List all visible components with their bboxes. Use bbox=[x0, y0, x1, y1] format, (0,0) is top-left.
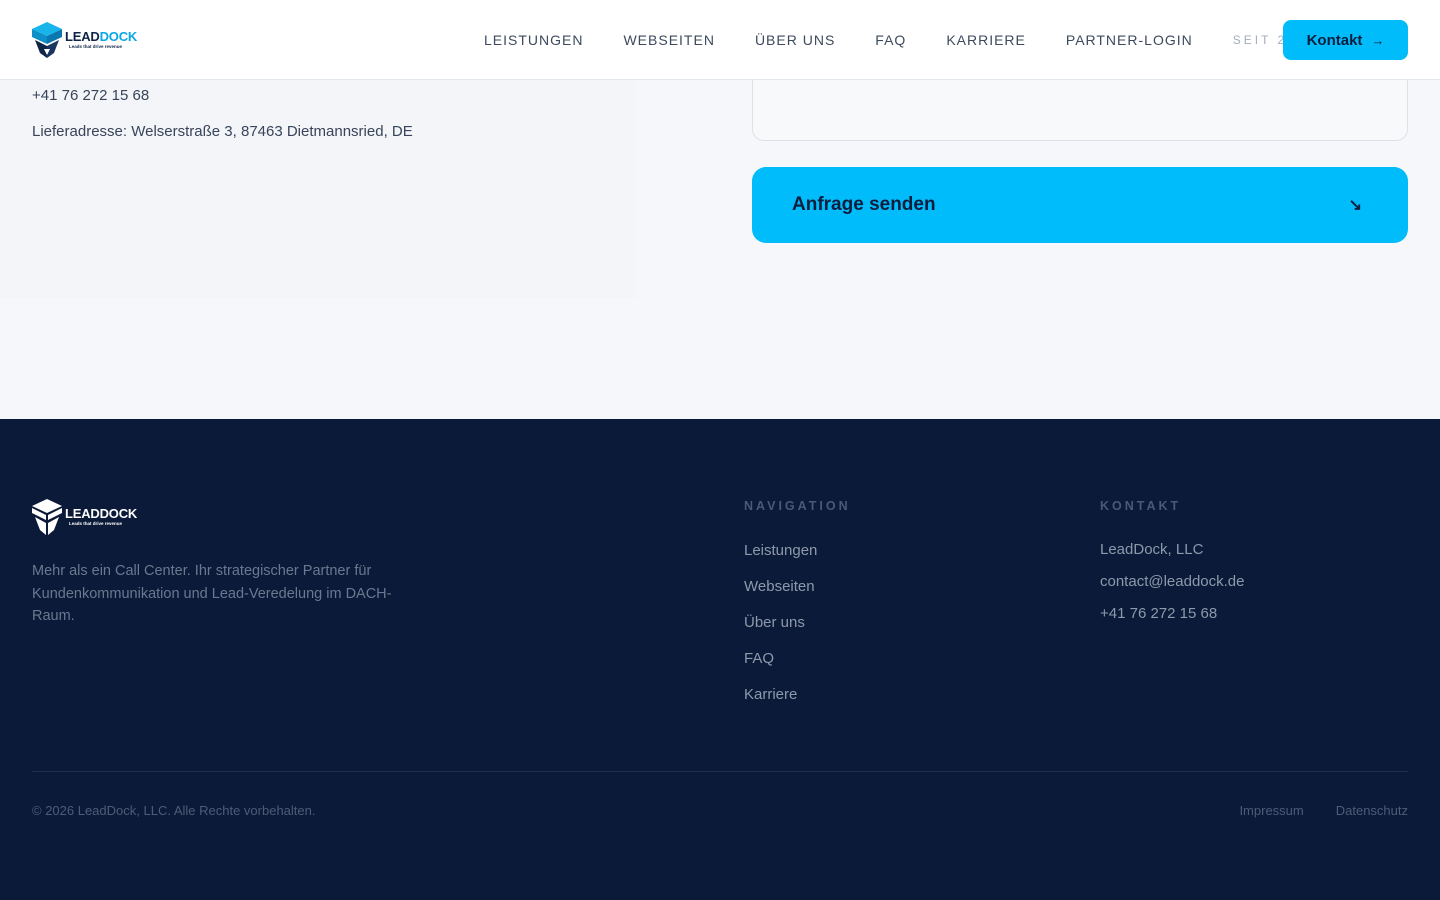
footer-email-link[interactable]: contact@leaddock.de bbox=[1100, 573, 1245, 605]
contact-address: Lieferadresse: Welserstraße 3, 87463 Die… bbox=[32, 123, 413, 140]
footer-logo-word: LEADDOCK bbox=[65, 506, 138, 522]
footer-description: Mehr als ein Call Center. Ihr strategisc… bbox=[32, 563, 392, 624]
site-footer: LEADDOCK Leads that drive revenue Mehr a… bbox=[0, 419, 1440, 900]
submit-request-label: Anfrage senden bbox=[792, 194, 936, 215]
footer-link-leistungen[interactable]: Leistungen bbox=[744, 542, 817, 578]
site-header: LEADDOCK Leads that drive revenue LEISTU… bbox=[0, 0, 1440, 80]
footer-link-webseiten[interactable]: Webseiten bbox=[744, 578, 817, 614]
brand-logo[interactable]: LEADDOCK Leads that drive revenue bbox=[32, 20, 137, 60]
footer-nav-list: Leistungen Webseiten Über uns FAQ Karrie… bbox=[744, 542, 817, 722]
footer-logo[interactable]: LEADDOCK Leads that drive revenue bbox=[32, 499, 137, 535]
footer-phone-link[interactable]: +41 76 272 15 68 bbox=[1100, 605, 1245, 637]
contact-phone[interactable]: +41 76 272 15 68 bbox=[32, 87, 149, 104]
footer-divider bbox=[32, 771, 1408, 772]
arrow-right-icon: → bbox=[1371, 32, 1385, 48]
arrow-down-right-icon: ↘ bbox=[1348, 197, 1362, 214]
nav-leistungen[interactable]: LEISTUNGEN bbox=[484, 32, 583, 48]
nav-ueber-uns[interactable]: ÜBER UNS bbox=[755, 32, 835, 48]
kontakt-button[interactable]: Kontakt → bbox=[1283, 20, 1408, 60]
footer-legal-links: Impressum Datenschutz bbox=[1207, 803, 1408, 818]
footer-kontakt-heading: KONTAKT bbox=[1100, 499, 1182, 513]
logo-tagline: Leads that drive revenue bbox=[69, 44, 123, 50]
footer-nav-heading: NAVIGATION bbox=[744, 499, 851, 513]
footer-logo-tagline: Leads that drive revenue bbox=[69, 521, 123, 527]
footer-kontakt-list: LeadDock, LLC contact@leaddock.de +41 76… bbox=[1100, 541, 1245, 637]
main-nav: LEISTUNGEN WEBSEITEN ÜBER UNS FAQ KARRIE… bbox=[484, 0, 1356, 80]
logo-word-lead: LEAD bbox=[65, 29, 100, 45]
nav-webseiten[interactable]: WEBSEITEN bbox=[623, 32, 714, 48]
footer-link-impressum[interactable]: Impressum bbox=[1239, 803, 1303, 818]
nav-faq[interactable]: FAQ bbox=[875, 32, 906, 48]
contact-info-panel bbox=[0, 80, 636, 298]
nav-partner-login[interactable]: PARTNER-LOGIN bbox=[1066, 32, 1193, 48]
kontakt-button-label: Kontakt bbox=[1306, 31, 1363, 49]
page: +41 76 272 15 68 Lieferadresse: Welserst… bbox=[0, 0, 1440, 900]
footer-link-datenschutz[interactable]: Datenschutz bbox=[1336, 803, 1408, 818]
footer-link-karriere[interactable]: Karriere bbox=[744, 686, 817, 722]
leaddock-logo-white-icon bbox=[32, 499, 62, 535]
footer-link-ueber-uns[interactable]: Über uns bbox=[744, 614, 817, 650]
footer-link-faq[interactable]: FAQ bbox=[744, 650, 817, 686]
leaddock-logo-icon bbox=[32, 22, 62, 58]
logo-word-dock: DOCK bbox=[99, 29, 138, 45]
submit-request-button[interactable]: Anfrage senden ↘ bbox=[752, 167, 1408, 243]
footer-copyright: © 2026 LeadDock, LLC. Alle Rechte vorbeh… bbox=[32, 803, 316, 818]
footer-company-name: LeadDock, LLC bbox=[1100, 541, 1204, 558]
nav-karriere[interactable]: KARRIERE bbox=[946, 32, 1026, 48]
